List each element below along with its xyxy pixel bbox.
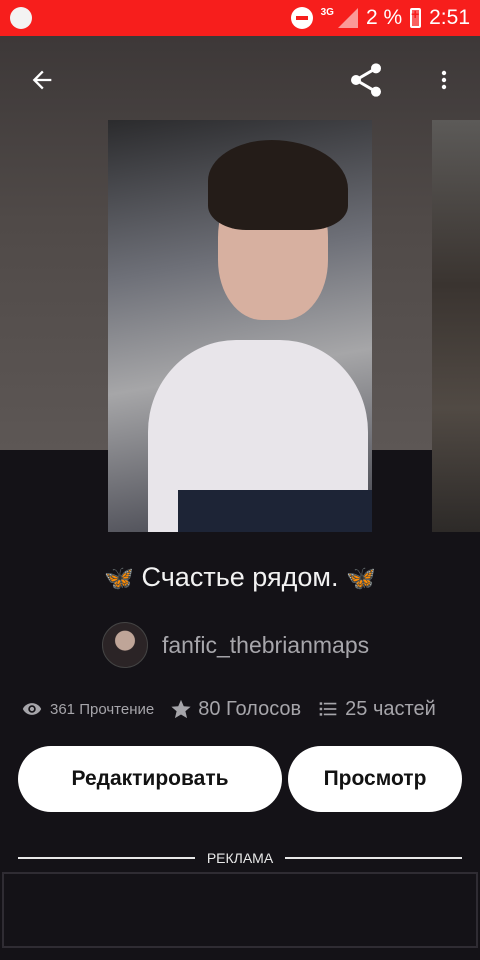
story-title: 🦋 Счастье рядом. 🦋	[0, 562, 480, 593]
battery-icon	[410, 6, 422, 28]
share-button[interactable]	[342, 58, 390, 102]
butterfly-emoji-right: 🦋	[345, 565, 376, 592]
do-not-disturb-icon	[290, 7, 313, 29]
ad-banner[interactable]	[2, 872, 478, 948]
cover-hair	[208, 140, 348, 230]
parts-count: 25 частей	[345, 697, 436, 720]
votes-stat: 80 Голосов	[170, 698, 301, 721]
share-icon	[351, 63, 381, 97]
view-button[interactable]: Просмотр	[288, 746, 462, 812]
story-title-text: Счастье рядом.	[141, 562, 339, 592]
battery-percent: 2 %	[365, 6, 403, 29]
edit-button[interactable]: Редактировать	[18, 746, 282, 812]
back-button[interactable]	[20, 58, 64, 102]
back-arrow-icon	[32, 70, 52, 90]
ad-divider: РЕКЛАМА	[18, 850, 463, 866]
ad-divider-line-left	[18, 857, 195, 859]
butterfly-emoji-left: 🦋	[104, 565, 135, 592]
author-avatar[interactable]	[102, 622, 148, 668]
signal-icon	[337, 8, 358, 28]
list-icon	[319, 702, 337, 716]
author-name[interactable]: fanfic_thebrianmaps	[162, 632, 369, 659]
ad-divider-line-right	[285, 857, 463, 859]
ad-label: РЕКЛАМА	[206, 850, 274, 866]
author-link[interactable]: fanfic_thebrianmaps	[102, 622, 369, 668]
parts-stat: 25 частей	[317, 698, 436, 721]
network-type: 3G	[320, 6, 334, 18]
cover-jeans	[178, 490, 372, 532]
story-stats: 361 Прочтение 80 Голосов 25 частей	[20, 694, 464, 724]
votes-count: 80 Голосов	[198, 697, 302, 720]
notification-dot-icon	[10, 7, 32, 29]
star-icon	[171, 699, 191, 719]
status-bar: 3G 2 % 2:51	[0, 0, 480, 36]
next-cover-preview[interactable]	[432, 120, 480, 532]
story-cover-image[interactable]	[108, 120, 372, 532]
top-app-bar	[0, 36, 480, 120]
reads-count: 361 Прочтение	[50, 700, 155, 718]
eye-icon	[22, 703, 42, 715]
clock: 2:51	[429, 6, 470, 29]
more-vert-icon	[441, 70, 447, 90]
reads-stat: 361 Прочтение	[20, 699, 154, 719]
more-options-button[interactable]	[426, 58, 462, 102]
